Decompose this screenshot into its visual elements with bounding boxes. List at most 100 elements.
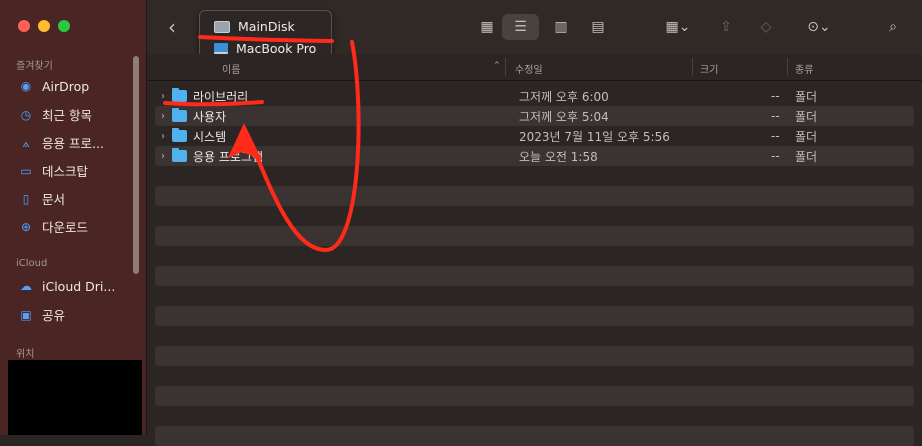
column-header: 이름 ⌃ 수정일 크기 종류 [147, 54, 922, 81]
file-size: -- [771, 109, 780, 123]
empty-row [155, 226, 914, 246]
disclosure-chevron-icon[interactable]: › [161, 151, 165, 162]
folder-icon [172, 108, 187, 122]
sidebar-section-favorites: 즐겨찾기 [16, 61, 53, 72]
file-kind: 폴더 [795, 129, 818, 144]
file-row[interactable]: › 사용자 그저께 오후 5:04 -- 폴더 [155, 106, 914, 126]
file-row[interactable]: › 시스템 2023년 7월 11일 오후 5:56 -- 폴더 [155, 126, 914, 146]
path-item-maindisk[interactable]: MainDisk [214, 19, 295, 34]
sidebar-section-icloud: iCloud [16, 258, 48, 269]
empty-row [155, 206, 914, 226]
sidebar-section-locations: 위치 [16, 349, 35, 360]
file-kind: 폴더 [795, 109, 818, 124]
sidebar-item-label: 공유 [42, 308, 66, 323]
sidebar-item-label: 응용 프로... [42, 136, 104, 151]
file-size: -- [771, 129, 780, 143]
airdrop-icon: ◉ [20, 79, 32, 93]
gallery-view-button[interactable]: ▤ [584, 14, 612, 40]
sidebar-item-recents[interactable]: ◷ 최근 항목 [18, 105, 92, 124]
apps-icon: ⟑ [22, 135, 30, 150]
shared-folder-icon: ▣ [20, 307, 32, 322]
list-view-button[interactable]: ☰ [502, 14, 539, 40]
search-button[interactable]: ⌕ [880, 14, 906, 40]
file-modified: 그저께 오후 5:04 [519, 109, 609, 124]
file-name: 응용 프로그램 [193, 149, 264, 164]
action-menu-button[interactable]: ⊙⌄ [799, 14, 839, 40]
file-row[interactable]: › 라이브러리 그저께 오후 6:00 -- 폴더 [155, 86, 914, 106]
chevron-left-icon: ‹ [168, 15, 176, 39]
sort-chevron-up-icon[interactable]: ⌃ [493, 61, 501, 71]
file-list: › 라이브러리 그저께 오후 6:00 -- 폴더 › 사용자 그저께 오후 5… [147, 80, 922, 446]
back-button[interactable]: ‹ [161, 14, 183, 40]
tag-button[interactable]: ◇ [753, 14, 779, 40]
sidebar-item-desktop[interactable]: ▭ 데스크탑 [18, 161, 88, 180]
columns-icon: ▥ [554, 19, 568, 35]
file-modified: 2023년 7월 11일 오후 5:56 [519, 129, 670, 144]
sidebar-scrollbar[interactable] [133, 56, 139, 274]
file-kind: 폴더 [795, 149, 818, 164]
path-item-label: MainDisk [238, 19, 295, 34]
empty-row [155, 246, 914, 266]
cloud-icon: ☁ [20, 279, 32, 293]
sidebar: 즐겨찾기 ◉ AirDrop ◷ 최근 항목 ⟑ 응용 프로... ▭ 데스크탑… [0, 0, 147, 435]
gallery-icon: ▤ [591, 19, 605, 35]
sidebar-item-shared[interactable]: ▣ 공유 [18, 305, 65, 324]
sidebar-item-icloud-drive[interactable]: ☁ iCloud Dri... [18, 278, 115, 294]
more-icon: ⊙⌄ [807, 19, 831, 35]
empty-row [155, 406, 914, 426]
group-button[interactable]: ▦⌄ [657, 14, 699, 40]
empty-row [155, 386, 914, 406]
file-kind: 폴더 [795, 89, 818, 104]
icon-view-button[interactable]: ▦ [473, 14, 501, 40]
share-icon: ⇪ [720, 19, 732, 35]
file-name: 시스템 [193, 129, 227, 144]
drive-icon [214, 20, 230, 33]
column-divider[interactable] [787, 58, 788, 76]
empty-row [155, 306, 914, 326]
tag-icon: ◇ [760, 19, 772, 35]
empty-row [155, 326, 914, 346]
file-name: 라이브러리 [193, 89, 249, 104]
column-kind[interactable]: 종류 [795, 61, 813, 76]
column-divider[interactable] [505, 58, 506, 76]
column-name[interactable]: 이름 [222, 61, 240, 76]
empty-row [155, 186, 914, 206]
file-size: -- [771, 149, 780, 163]
column-modified[interactable]: 수정일 [515, 61, 543, 76]
column-divider[interactable] [692, 58, 693, 76]
column-size[interactable]: 크기 [700, 61, 718, 76]
empty-row [155, 346, 914, 366]
grid-icon: ▦ [480, 19, 494, 35]
list-icon: ☰ [514, 19, 527, 35]
empty-row [155, 366, 914, 386]
disclosure-chevron-icon[interactable]: › [161, 131, 165, 142]
file-row[interactable]: › 응용 프로그램 오늘 오전 1:58 -- 폴더 [155, 146, 914, 166]
laptop-icon [214, 43, 228, 54]
empty-row [155, 166, 914, 186]
close-window-button[interactable] [18, 20, 30, 32]
document-icon: ▯ [22, 191, 30, 206]
sidebar-item-documents[interactable]: ▯ 문서 [18, 189, 65, 208]
sidebar-item-downloads[interactable]: ⊕ 다운로드 [18, 217, 88, 236]
empty-row [155, 266, 914, 286]
sidebar-item-airdrop[interactable]: ◉ AirDrop [18, 78, 90, 94]
disclosure-chevron-icon[interactable]: › [161, 91, 165, 102]
column-view-button[interactable]: ▥ [547, 14, 575, 40]
clock-icon: ◷ [20, 107, 32, 122]
download-icon: ⊕ [20, 219, 32, 234]
sidebar-item-label: 데스크탑 [42, 164, 89, 179]
file-modified: 오늘 오전 1:58 [519, 149, 598, 164]
window-controls [18, 20, 70, 32]
sidebar-item-label: 최근 항목 [42, 108, 92, 123]
share-button[interactable]: ⇪ [713, 14, 739, 40]
folder-icon [172, 88, 187, 102]
sidebar-item-applications[interactable]: ⟑ 응용 프로... [18, 133, 104, 152]
folder-icon [172, 148, 187, 162]
sidebar-item-label: iCloud Dri... [42, 278, 116, 294]
sidebar-item-label: 문서 [42, 192, 66, 207]
sidebar-item-label: AirDrop [42, 78, 90, 94]
disclosure-chevron-icon[interactable]: › [161, 111, 165, 122]
minimize-window-button[interactable] [38, 20, 50, 32]
zoom-window-button[interactable] [58, 20, 70, 32]
group-icon: ▦⌄ [665, 19, 691, 35]
